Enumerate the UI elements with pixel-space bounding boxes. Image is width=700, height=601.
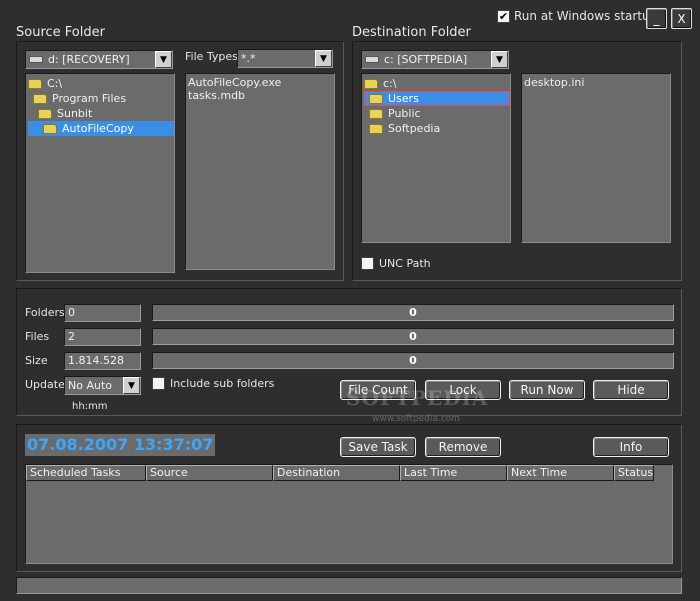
destination-folder-tree[interactable]: c:\ Users Public Softpedia [361,73,511,243]
tree-item-label: Public [388,107,421,120]
update-label: Update [25,378,65,391]
minimize-icon: _ [653,11,660,26]
folders-count: 0 [64,304,141,322]
source-panel: d: [RECOVERY] ▼ File Types *.* ▼ C:\ Prog… [16,41,344,281]
size-value: 1.814.528 [64,352,141,370]
column-header[interactable]: Status [614,465,654,481]
folder-icon [369,123,383,134]
folder-icon [369,108,383,119]
column-header[interactable]: Next Time [507,465,614,481]
files-label: Files [25,330,50,343]
column-header[interactable]: Scheduled Tasks [26,465,146,481]
folder-icon [38,108,52,119]
tree-item[interactable]: c:\ [364,76,510,91]
tree-item[interactable]: Users [364,91,510,106]
column-header[interactable]: Destination [273,465,400,481]
column-header[interactable]: Source [146,465,273,481]
folder-icon [33,93,47,104]
startup-checkbox[interactable]: ✔ [497,9,510,23]
destination-panel: c: [SOFTPEDIA] ▼ c:\ Users Public Softpedia… [352,41,682,281]
tree-item[interactable]: Softpedia [364,121,510,136]
files-count: 2 [64,328,141,346]
tree-item-label: Program Files [52,92,127,105]
update-format-hint: hh:mm [72,401,108,412]
chevron-down-icon[interactable]: ▼ [123,377,140,394]
startup-toggle[interactable]: ✔ Run at Windows startup [497,9,657,23]
close-button[interactable]: X [671,8,692,29]
destination-file-list[interactable]: desktop.ini [521,73,671,243]
tree-item-label: C:\ [47,77,63,90]
tree-item-label: Users [388,92,419,105]
drive-icon [365,56,379,63]
folders-label: Folders [25,306,65,319]
size-progress-bar: 0 [152,352,674,369]
list-item[interactable]: tasks.mdb [188,89,334,102]
hide-button[interactable]: Hide [593,380,669,400]
tree-item[interactable]: C:\ [28,76,174,91]
folder-icon [369,93,383,104]
close-icon: X [677,11,686,26]
update-select[interactable]: No Auto ▼ [64,376,141,395]
file-types-label: File Types [185,50,238,63]
run-now-button[interactable]: Run Now [509,380,585,400]
folder-icon [43,123,57,134]
tree-item-label: Softpedia [388,122,441,135]
save-task-button[interactable]: Save Task [340,437,416,457]
file-types-select[interactable]: *.* ▼ [237,49,333,68]
softpedia-watermark-url: www.softpedia.com [372,414,460,424]
source-drive-value: d: [RECOVERY] [48,53,130,66]
folder-icon [364,78,378,89]
file-types-value: *.* [241,52,256,65]
tree-item[interactable]: Public [364,106,510,121]
softpedia-watermark: SOFTPEDIA [346,386,489,410]
destination-heading: Destination Folder [352,25,471,40]
drive-icon [29,56,43,63]
source-drive-select[interactable]: d: [RECOVERY] ▼ [25,50,173,69]
source-folder-tree[interactable]: C:\ Program Files Sunbit AutoFileCopy [25,73,175,273]
unc-path-toggle[interactable]: UNC Path [361,257,431,270]
chevron-down-icon[interactable]: ▼ [155,51,172,68]
destination-drive-select[interactable]: c: [SOFTPEDIA] ▼ [361,50,509,69]
chevron-down-icon[interactable]: ▼ [491,51,508,68]
source-file-list[interactable]: AutoFileCopy.exe tasks.mdb [185,73,335,270]
tree-item-label: AutoFileCopy [62,122,134,135]
destination-drive-value: c: [SOFTPEDIA] [384,53,468,66]
startup-label: Run at Windows startup [514,9,658,23]
current-datetime: 07.08.2007 13:37:07 [25,434,216,456]
column-header[interactable]: Last Time [400,465,507,481]
size-label: Size [25,354,48,367]
schedule-panel: 07.08.2007 13:37:07 Save Task Remove Inf… [16,424,682,572]
include-subfolders-label: Include sub folders [170,377,275,390]
unc-path-label: UNC Path [379,257,431,270]
folder-icon [28,78,42,89]
info-button[interactable]: Info [593,437,669,457]
minimize-button[interactable]: _ [646,8,667,29]
tree-item-label: Sunbit [57,107,93,120]
source-heading: Source Folder [16,25,105,40]
tree-item[interactable]: Sunbit [28,106,174,121]
remove-button[interactable]: Remove [425,437,501,457]
status-bar [16,577,682,594]
tree-item[interactable]: Program Files [28,91,174,106]
files-progress-bar: 0 [152,328,674,345]
unc-path-checkbox[interactable] [361,257,374,270]
include-subfolders-toggle[interactable]: Include sub folders [152,377,274,390]
include-subfolders-checkbox[interactable] [152,377,165,390]
tree-item-label: c:\ [383,77,397,90]
list-item[interactable]: AutoFileCopy.exe [188,76,334,89]
table-header: Scheduled Tasks Source Destination Last Tim… [26,465,672,481]
tree-item[interactable]: AutoFileCopy [28,121,174,136]
scheduled-tasks-table[interactable]: Scheduled Tasks Source Destination Last Tim… [25,464,673,564]
chevron-down-icon[interactable]: ▼ [315,50,332,67]
list-item[interactable]: desktop.ini [524,76,670,89]
folders-progress-bar: 0 [152,304,674,321]
update-value: No Auto [68,379,112,392]
